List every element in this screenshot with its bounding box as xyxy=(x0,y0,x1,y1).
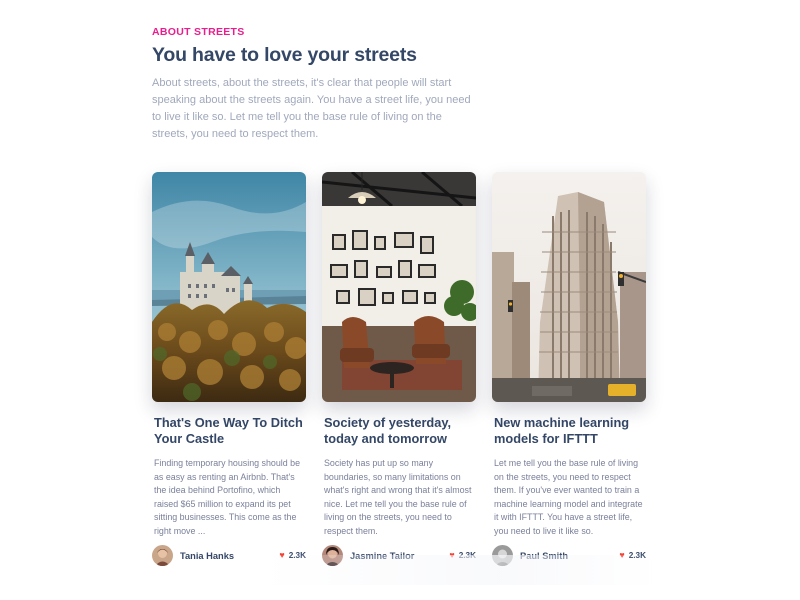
section-eyebrow: ABOUT STREETS xyxy=(152,26,245,38)
flatiron-photo[interactable] xyxy=(492,172,646,402)
section-heading: You have to love your streets xyxy=(152,44,417,66)
blog-card[interactable]: New machine learning models for IFTTT Le… xyxy=(492,172,646,566)
card-description: Let me tell you the base rule of living … xyxy=(494,458,643,536)
card-description: Society has put up so many boundaries, s… xyxy=(324,458,472,536)
blog-cards: That's One Way To Ditch Your Castle Find… xyxy=(152,172,652,572)
card-description: Finding temporary housing should be as e… xyxy=(154,458,301,536)
bottom-fade xyxy=(260,555,660,585)
blog-card[interactable]: That's One Way To Ditch Your Castle Find… xyxy=(152,172,306,566)
card-title[interactable]: Society of yesterday, today and tomorrow xyxy=(324,415,474,449)
card-title[interactable]: That's One Way To Ditch Your Castle xyxy=(154,415,304,449)
avatar[interactable] xyxy=(152,545,173,566)
section-lead: About streets, about the streets, it's c… xyxy=(152,77,471,140)
about-streets-section: ABOUT STREETS You have to love your stre… xyxy=(152,26,652,143)
author-name[interactable]: Tania Hanks xyxy=(180,551,234,561)
castle-image xyxy=(152,172,306,402)
interior-image xyxy=(322,172,476,402)
card-title[interactable]: New machine learning models for IFTTT xyxy=(494,415,644,449)
flatiron-image xyxy=(492,172,646,402)
blog-card[interactable]: Society of yesterday, today and tomorrow… xyxy=(322,172,476,566)
castle-photo[interactable] xyxy=(152,172,306,402)
interior-photo[interactable] xyxy=(322,172,476,402)
